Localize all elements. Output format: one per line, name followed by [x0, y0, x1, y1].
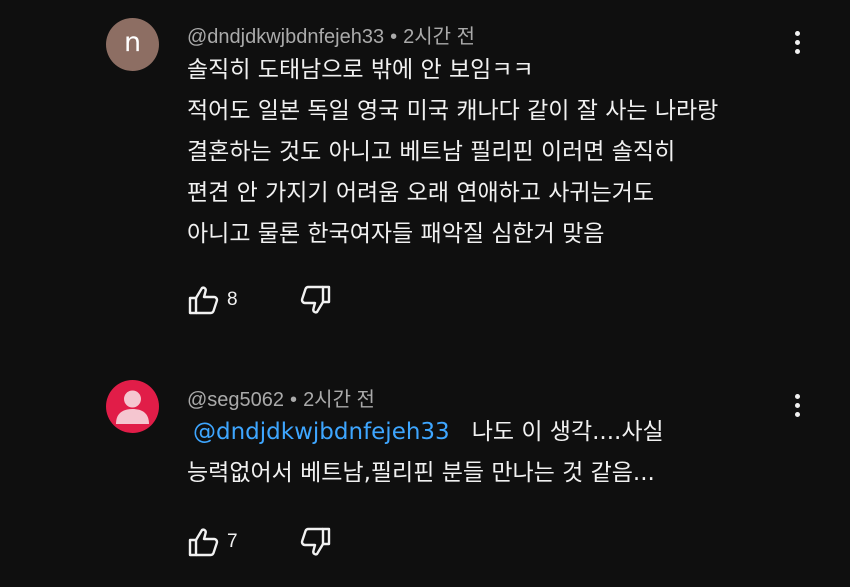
comment-actions: 7: [187, 525, 332, 559]
comment-line: 적어도 일본 독일 영국 미국 캐나다 같이 잘 사는 나라랑: [187, 98, 719, 124]
dislike-button[interactable]: [300, 527, 332, 557]
comment-line: 편견 안 가지기 어려움 오래 연애하고 사귀는거도: [187, 180, 655, 206]
avatar-letter: n: [123, 27, 142, 58]
thumb-down-icon: [300, 285, 330, 314]
comment-time[interactable]: 2시간 전: [403, 26, 475, 48]
avatar[interactable]: n: [106, 18, 159, 71]
comment-line: 아니고 물론 한국여자들 패악질 심한거 맞음: [187, 221, 605, 247]
comment-text: 솔직히 도태남으로 밖에 안 보임ㅋㅋ 적어도 일본 독일 영국 미국 캐나다 …: [187, 50, 718, 255]
comment-author[interactable]: @seg5062: [187, 389, 284, 411]
comment-actions: 8: [187, 283, 332, 317]
person-icon: [116, 390, 149, 424]
comment-line: 나도 이 생각....사실: [471, 419, 664, 445]
like-count: 8: [227, 289, 238, 310]
mention-link[interactable]: @dndjdkwjbdnfejeh33: [193, 419, 450, 445]
like-button[interactable]: 8: [187, 285, 238, 315]
comment-text: @dndjdkwjbdnfejeh33 나도 이 생각....사실 능력없어서 베…: [187, 412, 664, 494]
thumb-down-icon: [300, 527, 330, 556]
comment-line: 능력없어서 베트남,필리핀 분들 만나는 것 같음...: [187, 460, 655, 486]
more-actions-button[interactable]: [780, 388, 814, 422]
comment-line: 솔직히 도태남으로 밖에 안 보임ㅋㅋ: [187, 57, 534, 83]
comment-author[interactable]: @dndjdkwjbdnfejeh33: [187, 26, 384, 48]
more-vertical-icon: [794, 30, 800, 36]
thumb-up-icon: [188, 286, 219, 315]
comment-header: @dndjdkwjbdnfejeh33 • 2시간 전: [187, 20, 475, 49]
like-count: 7: [227, 531, 238, 552]
more-actions-button[interactable]: [780, 25, 814, 59]
thumb-up-icon: [188, 528, 219, 557]
dislike-button[interactable]: [300, 285, 332, 315]
more-vertical-icon: [794, 393, 800, 399]
avatar[interactable]: [106, 380, 159, 433]
comment-header: @seg5062 • 2시간 전: [187, 383, 375, 412]
comment-time[interactable]: 2시간 전: [303, 389, 375, 411]
comment-line-with-mention: @dndjdkwjbdnfejeh33 나도 이 생각....사실: [187, 412, 664, 453]
separator: •: [390, 26, 398, 48]
like-button[interactable]: 7: [187, 527, 238, 557]
comment-line: 결혼하는 것도 아니고 베트남 필리핀 이러면 솔직히: [187, 139, 676, 165]
separator: •: [290, 389, 298, 411]
